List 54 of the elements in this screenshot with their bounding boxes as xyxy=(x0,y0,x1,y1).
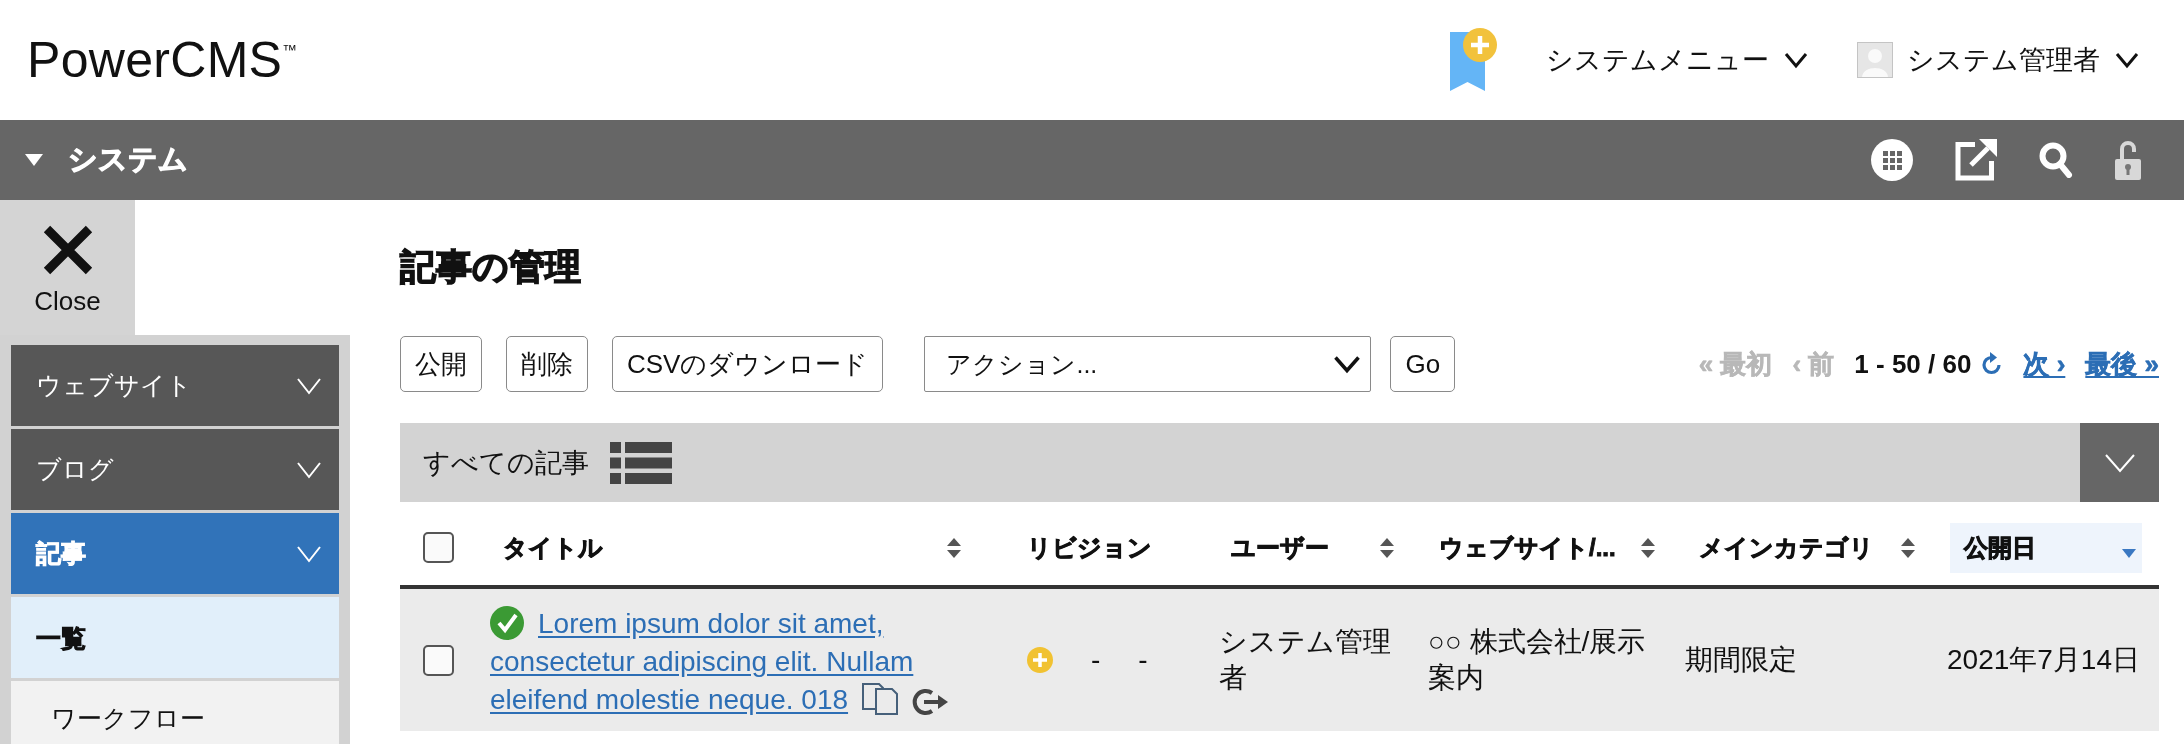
filter-toggle-button[interactable] xyxy=(2080,423,2159,502)
chevron-down-icon xyxy=(296,460,322,479)
column-header[interactable]: ウェブサイト/... xyxy=(1410,532,1680,563)
page-range: 1 - 50 / 60 xyxy=(1854,348,1972,380)
pagination-link: ‹ 前 xyxy=(1792,347,1835,381)
pagination-link[interactable]: 最後 » xyxy=(2085,346,2159,382)
table-cell-text: システム管理者 xyxy=(1218,625,1392,695)
grid-icon[interactable] xyxy=(1871,139,1913,181)
revision-value: - xyxy=(1091,643,1101,677)
padlock-icon[interactable] xyxy=(2115,140,2141,180)
header-menu-button[interactable]: システムメニュー xyxy=(1546,42,1809,78)
table-cell-text: 2021年7月14日 xyxy=(1946,643,2141,677)
column-header[interactable]: メインカテゴリ xyxy=(1680,532,1945,563)
chevron-down-icon xyxy=(2103,452,2136,473)
logo[interactable]: PowerCMS$^{™}$ xyxy=(27,30,298,90)
search-icon[interactable] xyxy=(2039,142,2073,178)
close-button[interactable]: Close xyxy=(0,200,135,335)
list-view-icon[interactable] xyxy=(610,441,672,484)
row-checkbox[interactable] xyxy=(423,644,454,676)
sidebar-item[interactable]: ウェブサイト xyxy=(11,345,339,426)
column-header[interactable]: タイトル xyxy=(480,532,990,563)
user-menu-button[interactable]: システム管理者 xyxy=(1857,42,2140,78)
avatar-icon xyxy=(1857,42,1893,78)
sort-down-icon xyxy=(2122,549,2136,558)
select-all-checkbox[interactable] xyxy=(423,532,454,563)
column-header[interactable]: 公開日 xyxy=(1950,522,2142,573)
action-select[interactable]: アクション... xyxy=(924,336,1372,392)
toolbar-button[interactable]: 削除 xyxy=(506,336,588,392)
pagination-link: « 最初 xyxy=(1698,347,1773,381)
external-link-icon[interactable] xyxy=(1955,139,1997,181)
go-button[interactable]: Go xyxy=(1390,336,1456,392)
chevron-down-icon xyxy=(2114,51,2140,69)
column-header: リビジョン xyxy=(1026,532,1153,563)
context-title: システム xyxy=(68,142,188,177)
sidebar-item[interactable]: ブログ xyxy=(11,429,339,510)
sidebar-subitem[interactable]: ワークフロー xyxy=(11,681,339,744)
chevron-down-icon xyxy=(1332,354,1363,374)
toolbar-button[interactable]: 公開 xyxy=(400,336,482,392)
table-cell-text: 期間限定 xyxy=(1684,643,1798,677)
circular-arrow-icon[interactable] xyxy=(910,687,949,717)
chevron-down-icon xyxy=(296,544,322,563)
chevron-down-icon xyxy=(1783,51,1809,69)
revision-value: - xyxy=(1138,643,1148,677)
page-title: 記事の管理 xyxy=(400,245,582,289)
table-cell-text: ○○ 株式会社/展示案内 xyxy=(1427,625,1647,695)
sidebar-item[interactable]: 記事 xyxy=(11,513,339,594)
filter-label[interactable]: すべての記事 xyxy=(423,444,589,481)
column-header[interactable]: ユーザー xyxy=(1205,532,1410,563)
sidebar-subitem[interactable]: 一覧 xyxy=(11,597,339,678)
chevron-down-icon xyxy=(296,376,322,395)
title-link[interactable]: Lorem ipsum dolor sit amet, consectetur adipiscing elit. Nullam eleifend molestie neque. 018 xyxy=(490,605,960,719)
pagination-link[interactable]: 次 › xyxy=(2023,346,2066,382)
copy-icon[interactable] xyxy=(862,683,899,715)
toolbar-button[interactable]: CSVのダウンロード xyxy=(612,336,884,392)
